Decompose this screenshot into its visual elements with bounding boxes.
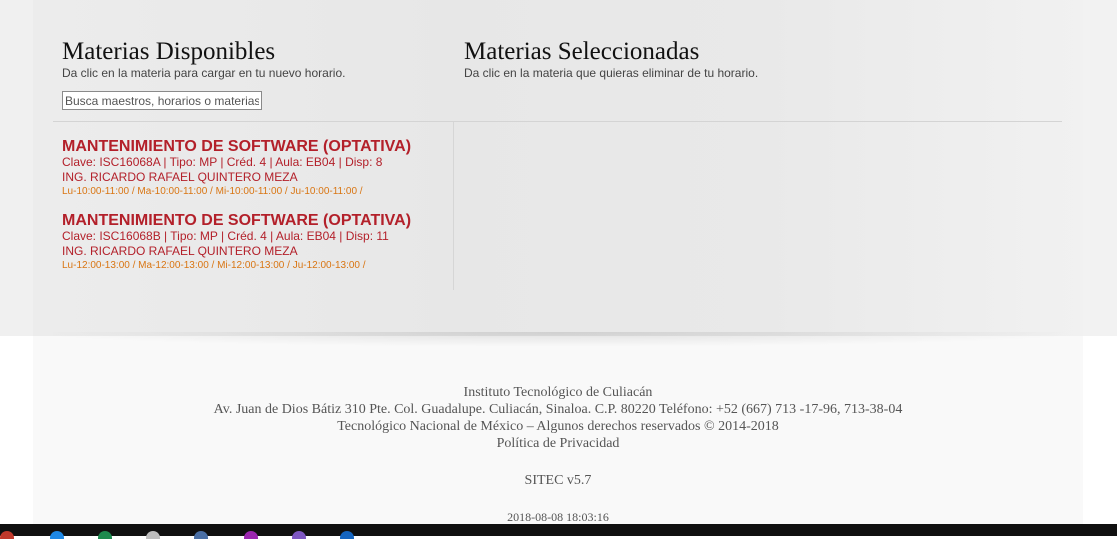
available-subtitle: Da clic en la materia para cargar en tu …	[62, 66, 346, 80]
available-title: Materias Disponibles	[62, 38, 276, 65]
course-schedule: Lu-12:00-13:00 / Ma-12:00-13:00 / Mi-12:…	[62, 260, 366, 271]
course-item[interactable]: MANTENIMIENTO DE SOFTWARE (OPTATIVA) Cla…	[62, 139, 411, 199]
course-details: Clave: ISC16068A | Tipo: MP | Créd. 4 | …	[62, 155, 383, 169]
course-name: MANTENIMIENTO DE SOFTWARE (OPTATIVA)	[62, 138, 412, 155]
app-red-icon[interactable]	[0, 531, 14, 539]
page-margin-left	[0, 0, 33, 336]
file-icon[interactable]	[146, 531, 160, 539]
course-details: Clave: ISC16068B | Tipo: MP | Créd. 4 | …	[62, 229, 389, 243]
course-item[interactable]: MANTENIMIENTO DE SOFTWARE (OPTATIVA) Cla…	[62, 213, 411, 273]
privacy-link[interactable]: Política de Privacidad	[33, 435, 1083, 452]
course-teacher: ING. RICARDO RAFAEL QUINTERO MEZA	[62, 244, 298, 258]
course-name: MANTENIMIENTO DE SOFTWARE (OPTATIVA)	[62, 212, 412, 229]
app-blue-icon[interactable]	[340, 531, 354, 539]
selected-header: Materias Seleccionadas Da clic en la mat…	[464, 38, 758, 80]
available-header: Materias Disponibles Da clic en la mater…	[62, 38, 345, 80]
footer-address: Av. Juan de Dios Bátiz 310 Pte. Col. Gua…	[213, 402, 903, 417]
os-taskbar	[0, 524, 1117, 536]
footer: Instituto Tecnológico de Culiacán Av. Ju…	[33, 384, 1083, 452]
chrome-icon[interactable]	[244, 531, 258, 539]
selected-subtitle: Da clic en la materia que quieras elimin…	[464, 66, 759, 80]
selected-title: Materias Seleccionadas	[464, 38, 700, 65]
app-purple-icon[interactable]	[292, 531, 306, 539]
search-input[interactable]	[62, 91, 262, 110]
shield-icon[interactable]	[194, 531, 208, 539]
edge-icon[interactable]	[50, 531, 64, 539]
course-teacher: ING. RICARDO RAFAEL QUINTERO MEZA	[62, 170, 298, 184]
selected-courses-list	[454, 122, 1062, 290]
footer-rights: Tecnológico Nacional de México – Algunos…	[337, 419, 779, 434]
footer-institute: Instituto Tecnológico de Culiacán	[463, 385, 653, 400]
footer-divider-shadow	[53, 332, 1063, 346]
footer-version-block: SITEC v5.7	[33, 472, 1083, 489]
footer-version: SITEC v5.7	[524, 473, 592, 488]
excel-icon[interactable]	[98, 531, 112, 539]
page-margin-right	[1083, 0, 1117, 336]
course-schedule: Lu-10:00-11:00 / Ma-10:00-11:00 / Mi-10:…	[62, 186, 363, 197]
